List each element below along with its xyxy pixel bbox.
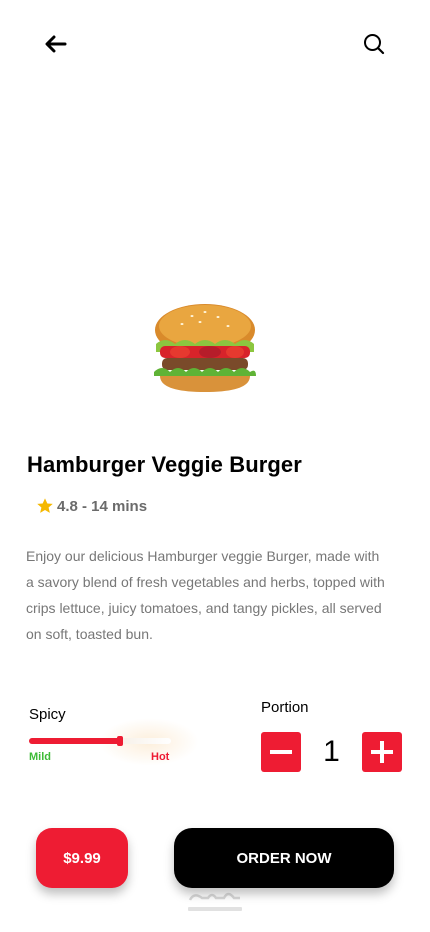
price-button[interactable]: $9.99 [36, 828, 128, 888]
order-now-button[interactable]: ORDER NOW [174, 828, 394, 888]
product-description: Enjoy our delicious Hamburger veggie Bur… [26, 548, 385, 642]
increase-portion-button[interactable] [362, 732, 402, 772]
rating-row: 4.8 - 14 mins [36, 497, 147, 515]
spicy-max-label: Hot [151, 751, 170, 763]
spicy-slider[interactable] [29, 718, 199, 766]
product-detail-screen: Hamburger Veggie Burger 4.8 - 14 mins En… [0, 0, 430, 932]
portion-label: Portion [261, 699, 309, 716]
slider-fill [29, 738, 120, 744]
rating-text: 4.8 - 14 mins [57, 497, 148, 515]
star-icon [37, 498, 53, 513]
minus-icon [270, 750, 292, 754]
search-icon [364, 34, 385, 55]
decrease-portion-button[interactable] [261, 732, 301, 772]
burger-image [154, 304, 256, 392]
watermark-logo [188, 892, 242, 911]
search-button[interactable] [358, 28, 390, 60]
arrow-left-icon [45, 35, 67, 53]
spicy-label: Spicy [29, 706, 66, 723]
product-title: Hamburger Veggie Burger [27, 452, 302, 477]
portion-quantity: 1 [323, 735, 340, 768]
plus-icon [371, 741, 393, 763]
back-button[interactable] [40, 28, 72, 60]
slider-thumb[interactable] [117, 736, 123, 746]
spicy-min-label: Mild [29, 751, 51, 763]
